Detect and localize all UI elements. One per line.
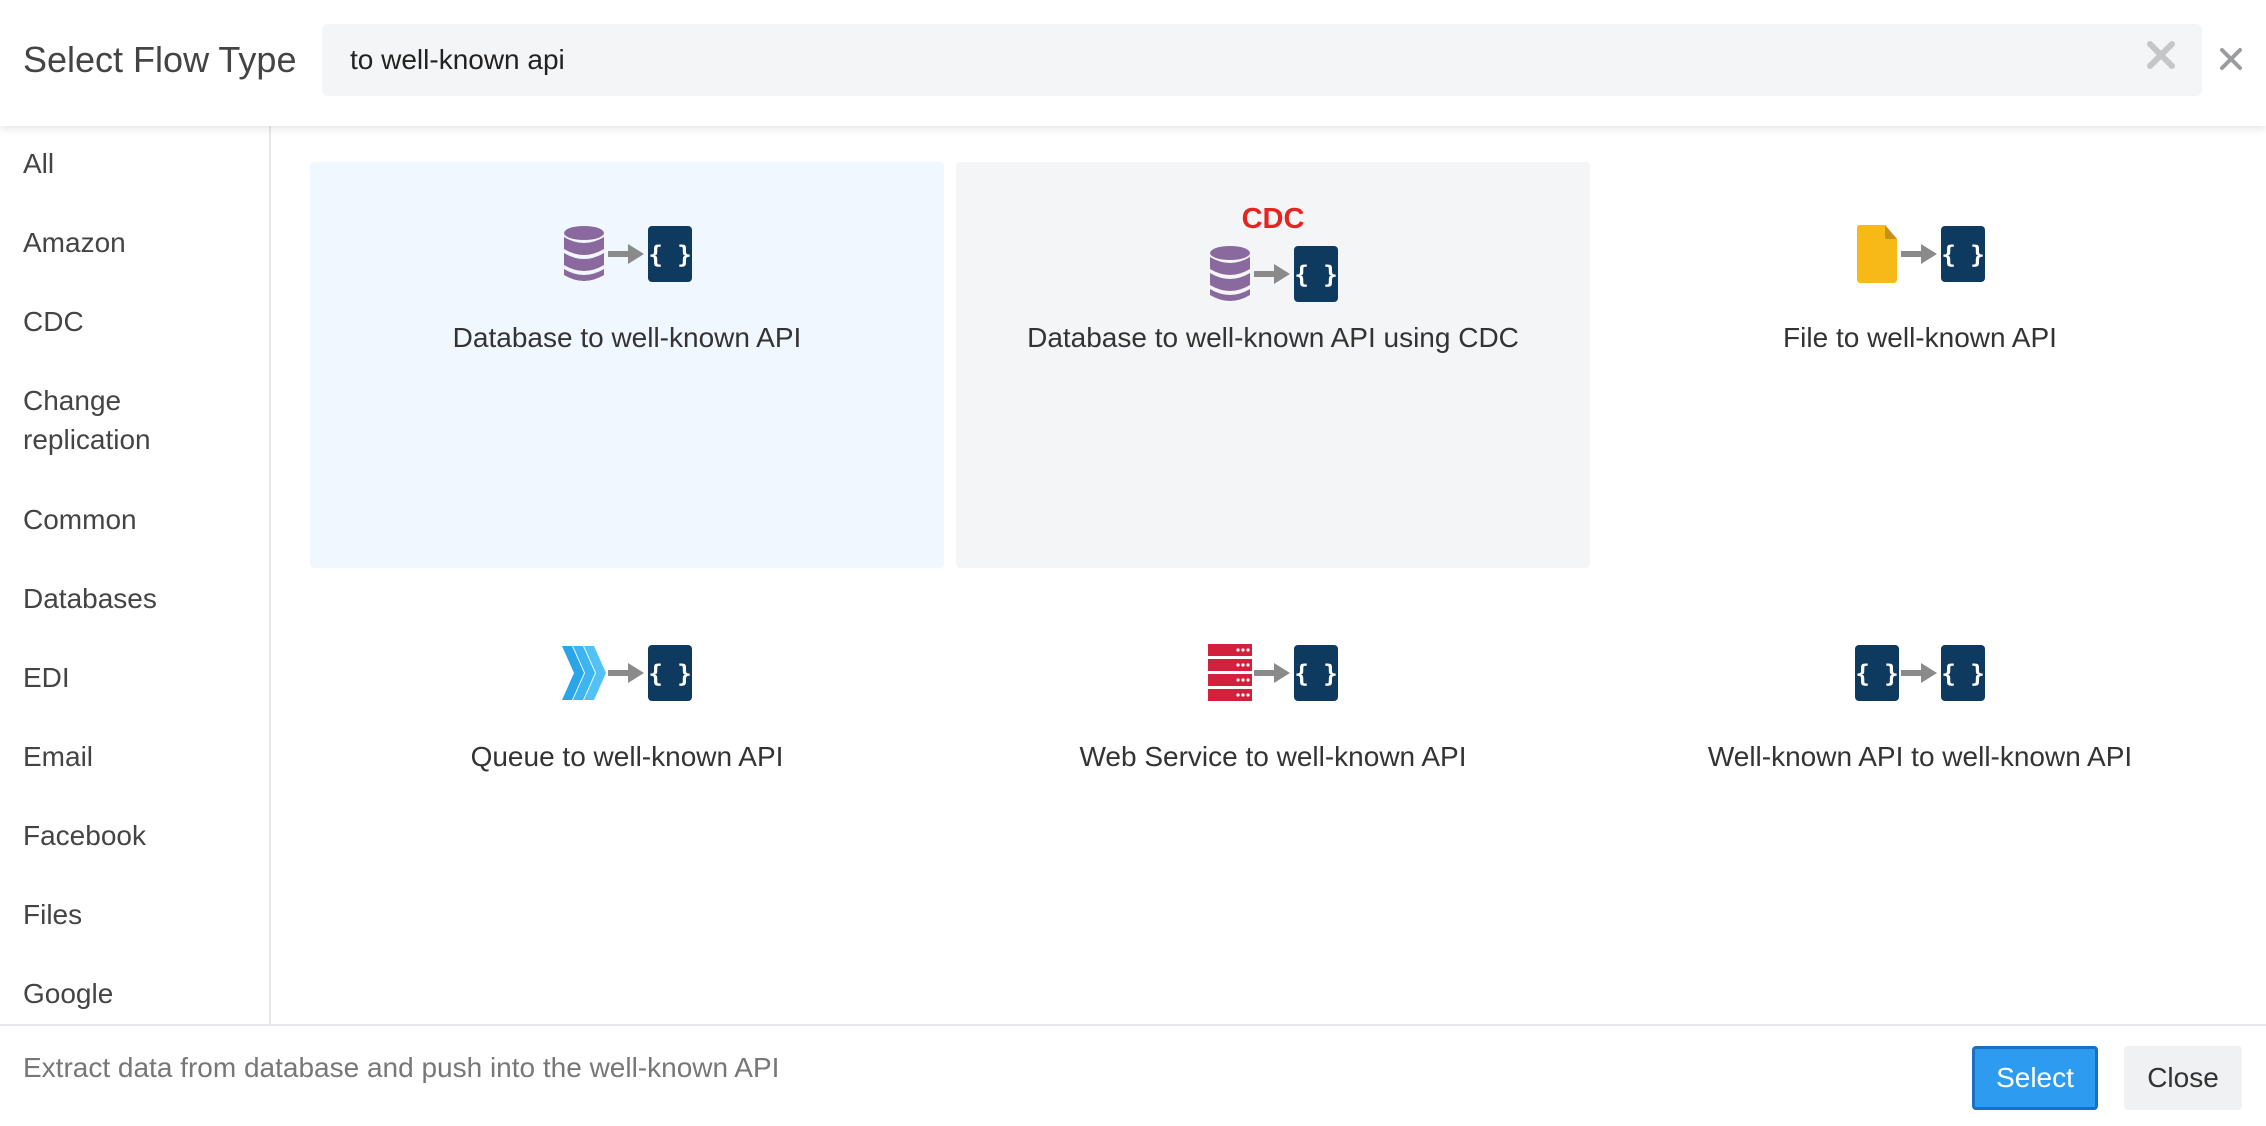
category-item-databases[interactable]: Databases [23, 579, 157, 619]
category-item-email[interactable]: Email [23, 737, 93, 777]
cdc-badge: CDC [1241, 203, 1305, 235]
category-item-change-replication[interactable]: Change replication [23, 381, 193, 459]
flow-search-input[interactable]: to well-known api [322, 24, 2202, 96]
flow-card-webservice-to-api[interactable]: Web Service to well-known API [956, 581, 1590, 987]
database-to-api-icon [564, 226, 692, 282]
flow-card-api-to-api[interactable]: Well-known API to well-known API [1603, 581, 2237, 987]
file-to-api-icon [1857, 225, 1985, 283]
database-to-api-icon [1210, 246, 1338, 302]
flow-card-label: File to well-known API [1783, 322, 2057, 353]
flow-card-database-to-api-cdc[interactable]: CDC Database to well-known API using CDC [956, 162, 1590, 568]
category-sidebar: All Amazon CDC Change replication Common… [0, 126, 271, 1024]
category-item-common[interactable]: Common [23, 500, 137, 540]
clear-search-icon[interactable] [2144, 38, 2178, 72]
flow-card-queue-to-api[interactable]: Queue to well-known API [310, 581, 944, 987]
category-item-facebook[interactable]: Facebook [23, 816, 146, 856]
category-item-edi[interactable]: EDI [23, 658, 70, 698]
close-button[interactable]: Close [2124, 1046, 2242, 1110]
flow-card-label: Web Service to well-known API [1079, 741, 1467, 772]
flow-card-label: Database to well-known API using CDC [1027, 322, 1519, 353]
flow-card-database-to-api[interactable]: Database to well-known API [310, 162, 944, 568]
flow-type-grid: Database to well-known API CDC Database … [273, 126, 2266, 1024]
flow-card-label: Queue to well-known API [470, 741, 784, 772]
flow-card-label: Well-known API to well-known API [1707, 741, 2133, 772]
dialog-header: Select Flow Type to well-known api [0, 0, 2266, 126]
flow-card-label: Database to well-known API [452, 322, 802, 353]
flow-card-file-to-api[interactable]: File to well-known API [1603, 162, 2237, 568]
select-button[interactable]: Select [1972, 1046, 2098, 1110]
queue-to-api-icon [562, 645, 692, 701]
api-to-api-icon [1855, 645, 1985, 701]
category-item-files[interactable]: Files [23, 895, 82, 935]
server-to-api-icon [1208, 644, 1338, 701]
category-item-all[interactable]: All [23, 144, 54, 184]
dialog-title: Select Flow Type [23, 39, 297, 80]
dialog-footer: Extract data from database and push into… [0, 1024, 2266, 1126]
category-item-google[interactable]: Google [23, 974, 113, 1014]
flow-description: Extract data from database and push into… [23, 1052, 780, 1083]
category-item-amazon[interactable]: Amazon [23, 223, 126, 263]
category-item-cdc[interactable]: CDC [23, 302, 84, 342]
close-dialog-icon[interactable] [2218, 46, 2244, 72]
